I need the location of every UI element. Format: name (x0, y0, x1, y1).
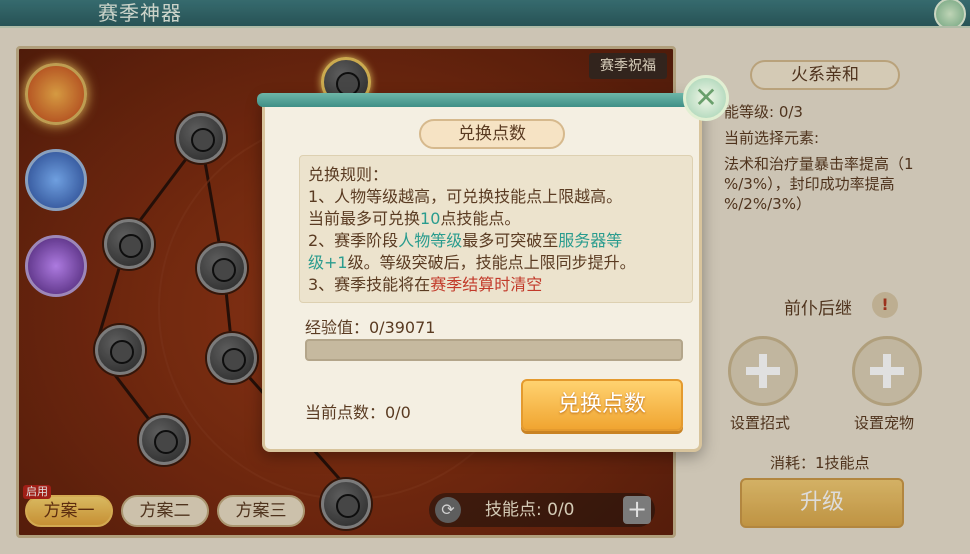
rule-2b: 级+1级。等级突破后，技能点上限同步提升。 (308, 253, 636, 272)
rule-1b: 当前最多可兑换10点技能点。 (308, 209, 521, 228)
exchange-rules: 兑换规则： 1、人物等级越高，可兑换技能点上限越高。 当前最多可兑换10点技能点… (299, 155, 693, 303)
rule-2a: 2、赛季阶段人物等级最多可突破至服务器等 (308, 231, 623, 250)
rule-1a: 1、人物等级越高，可兑换技能点上限越高。 (308, 187, 623, 206)
rules-heading: 兑换规则： (308, 165, 389, 184)
close-icon[interactable]: ✕ (683, 75, 729, 121)
exchange-points-button[interactable]: 兑换点数 (521, 379, 683, 431)
exchange-dialog: ✕ 兑换点数 兑换规则： 1、人物等级越高，可兑换技能点上限越高。 当前最多可兑… (257, 75, 729, 452)
dialog-top-scroll (257, 93, 727, 107)
exp-progress-bar (305, 339, 683, 361)
current-points-label: 当前点数：0/0 (305, 403, 411, 422)
dialog-title: 兑换点数 (419, 119, 565, 149)
exp-label: 经验值：0/39071 (305, 318, 436, 337)
rule-3: 3、赛季技能将在赛季结算时清空 (308, 275, 543, 294)
